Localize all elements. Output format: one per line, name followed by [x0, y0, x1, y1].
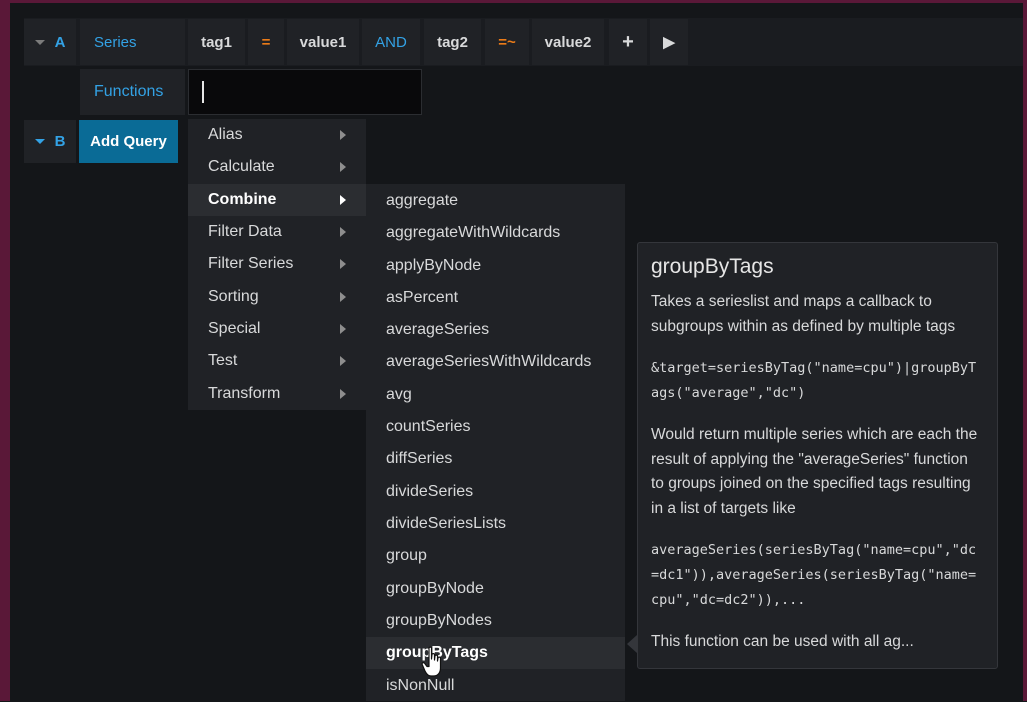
category-filter-data[interactable]: Filter Data	[188, 216, 366, 248]
query-b-toggle[interactable]: B	[24, 120, 76, 163]
function-item[interactable]: diffSeries	[366, 443, 625, 475]
category-label: Transform	[208, 385, 281, 402]
function-item[interactable]: groupByNode	[366, 573, 625, 605]
category-label: Combine	[208, 191, 277, 208]
function-item[interactable]: aggregate	[366, 185, 625, 217]
run-query-icon[interactable]: ▶	[650, 19, 688, 65]
tag-key-1[interactable]: tag1	[188, 19, 245, 65]
function-item[interactable]: aggregateWithWildcards	[366, 217, 625, 249]
tag-value-1[interactable]: value1	[287, 19, 359, 65]
category-label: Test	[208, 352, 238, 369]
submenu-arrow-icon	[340, 195, 346, 205]
functions-search-input[interactable]	[188, 69, 422, 115]
category-combine[interactable]: Combine	[188, 184, 366, 216]
category-special[interactable]: Special	[188, 313, 366, 345]
function-item[interactable]: avg	[366, 379, 625, 411]
query-a-letter: A	[54, 33, 66, 51]
tooltip-description: Takes a serieslist and maps a callback t…	[651, 293, 956, 335]
submenu-arrow-icon	[340, 324, 346, 334]
function-item[interactable]: countSeries	[366, 411, 625, 443]
category-calculate[interactable]: Calculate	[188, 151, 366, 183]
submenu-arrow-icon	[340, 389, 346, 399]
category-label: Special	[208, 320, 261, 337]
tooltip-pointer	[627, 635, 637, 653]
hand-pointer-cursor-icon	[421, 646, 442, 677]
add-query-button[interactable]: Add Query	[79, 120, 178, 163]
submenu-arrow-icon	[340, 227, 346, 237]
function-item[interactable]: applyByNode	[366, 250, 625, 282]
and-keyword: AND	[362, 19, 420, 65]
category-alias[interactable]: Alias	[188, 119, 366, 151]
submenu-arrow-icon	[340, 259, 346, 269]
query-a-toggle[interactable]: A	[24, 19, 76, 65]
tag-value-2[interactable]: value2	[532, 19, 604, 65]
function-item[interactable]: asPercent	[366, 282, 625, 314]
tooltip-example-code: &target=seriesByTag("name=cpu")|groupByT…	[651, 360, 977, 401]
submenu-arrow-icon	[340, 130, 346, 140]
function-item[interactable]: group	[366, 540, 625, 572]
function-doc-tooltip: groupByTags Takes a serieslist and maps …	[637, 242, 998, 669]
collapse-caret-icon	[34, 39, 45, 45]
tooltip-result-code: averageSeries(seriesByTag("name=cpu","dc…	[651, 542, 977, 608]
category-label: Filter Data	[208, 223, 282, 240]
function-item[interactable]: isNonNull	[366, 670, 625, 702]
text-cursor	[202, 81, 204, 103]
window-frame-right	[1023, 0, 1027, 701]
submenu-arrow-icon	[340, 356, 346, 366]
function-category-menu: Alias Calculate Combine Filter Data Filt…	[188, 119, 366, 410]
category-test[interactable]: Test	[188, 345, 366, 377]
tag-operator-2[interactable]: =~	[485, 19, 529, 65]
category-label: Filter Series	[208, 255, 294, 272]
combine-function-submenu: aggregate aggregateWithWildcards applyBy…	[366, 184, 625, 701]
functions-label: Functions	[80, 69, 185, 115]
tooltip-footer: This function can be used with all ag...	[651, 633, 914, 650]
add-tag-icon[interactable]: +	[609, 19, 647, 65]
category-label: Calculate	[208, 158, 275, 175]
category-transform[interactable]: Transform	[188, 378, 366, 410]
category-sorting[interactable]: Sorting	[188, 281, 366, 313]
category-label: Sorting	[208, 288, 259, 305]
function-item[interactable]: averageSeries	[366, 314, 625, 346]
tag-operator-1[interactable]: =	[248, 19, 284, 65]
category-label: Alias	[208, 126, 243, 143]
function-item[interactable]: divideSeries	[366, 476, 625, 508]
function-item[interactable]: groupByNodes	[366, 605, 625, 637]
series-label: Series	[80, 19, 185, 65]
function-item-hovered[interactable]: groupByTags	[366, 637, 625, 669]
query-b-letter: B	[54, 133, 66, 150]
window-frame-left	[0, 0, 10, 701]
tooltip-explanation: Would return multiple series which are e…	[651, 426, 978, 517]
submenu-arrow-icon	[340, 162, 346, 172]
category-filter-series[interactable]: Filter Series	[188, 248, 366, 280]
tag-key-2[interactable]: tag2	[424, 19, 481, 65]
submenu-arrow-icon	[340, 292, 346, 302]
function-item[interactable]: divideSeriesLists	[366, 508, 625, 540]
function-item[interactable]: averageSeriesWithWildcards	[366, 346, 625, 378]
collapse-caret-icon	[34, 139, 45, 144]
tooltip-title: groupByTags	[651, 255, 774, 278]
